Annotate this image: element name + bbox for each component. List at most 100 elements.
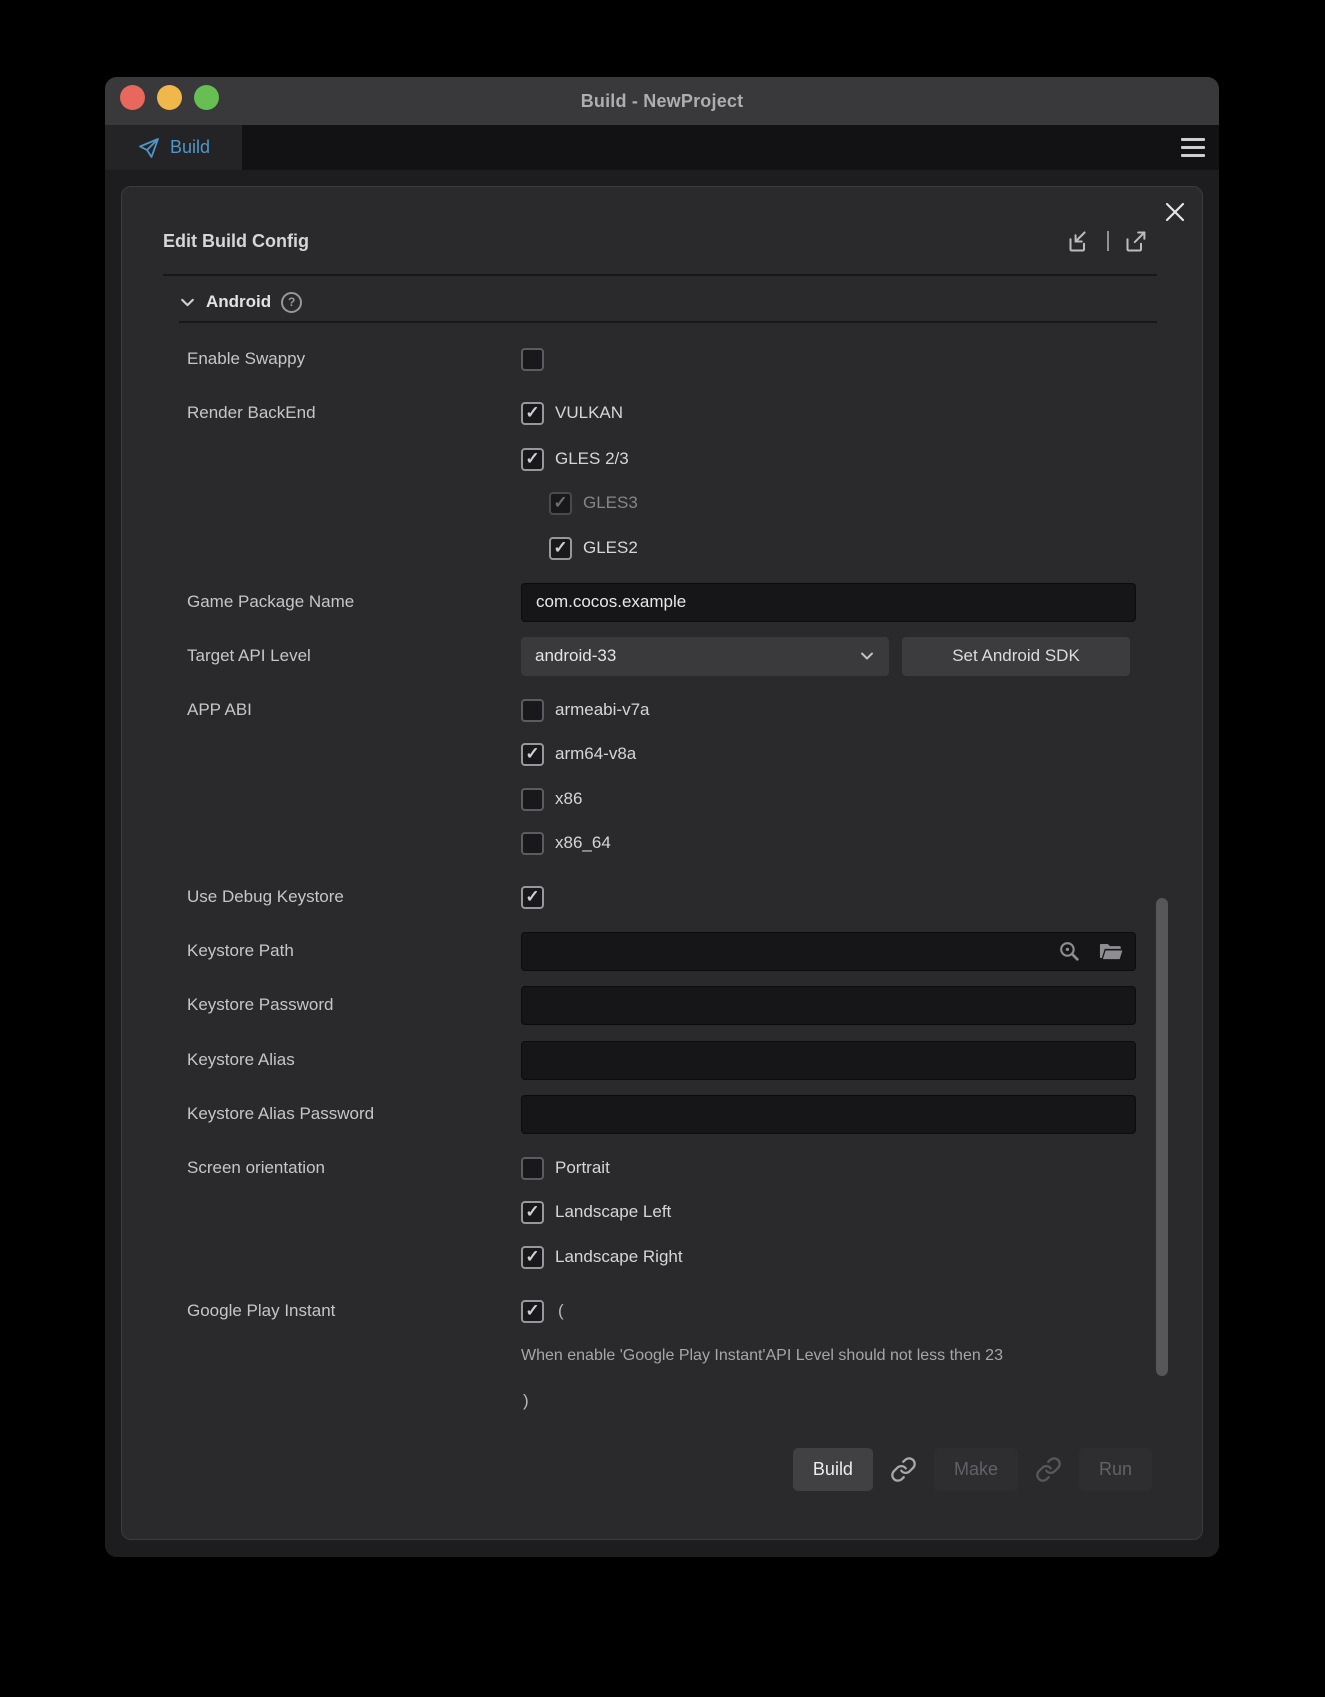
paren-open: ( [558, 1301, 564, 1321]
enable-swappy-checkbox[interactable] [521, 348, 544, 371]
keystore-alias-input[interactable] [521, 1041, 1136, 1080]
separator [1107, 231, 1109, 251]
row-app-abi-4: x86_64 [187, 821, 1154, 865]
paren-close: ) [523, 1391, 529, 1411]
link-icon [1035, 1456, 1062, 1483]
row-keystore-alias-password: Keystore Alias Password [187, 1092, 1154, 1136]
gles23-checkbox[interactable] [521, 448, 544, 471]
checkbox-label: Portrait [555, 1158, 610, 1178]
row-app-abi-2: arm64-v8a [187, 732, 1154, 776]
landscape-right-checkbox[interactable] [521, 1246, 544, 1269]
keystore-password-input[interactable] [521, 986, 1136, 1025]
panel-title: Edit Build Config [163, 227, 309, 255]
window-title: Build - NewProject [581, 91, 744, 112]
checkbox-label: Landscape Left [555, 1202, 671, 1222]
run-button: Run [1079, 1448, 1152, 1491]
row-render-backend-gles3: GLES3 [187, 481, 1154, 525]
minimize-window-button[interactable] [157, 85, 182, 110]
build-window: Build - NewProject Build Edit Build Conf… [105, 77, 1219, 1557]
checkbox-label: GLES3 [583, 493, 638, 513]
checkbox-label: GLES2 [583, 538, 638, 558]
menu-icon[interactable] [1181, 136, 1205, 159]
scrollbar-thumb[interactable] [1156, 898, 1168, 1376]
config-actions [1066, 227, 1150, 255]
target-api-level-select[interactable]: android-33 [521, 637, 889, 676]
row-google-play-instant: Google Play Instant ( [187, 1289, 1154, 1333]
keystore-path-input[interactable] [521, 932, 1136, 971]
divider [179, 321, 1157, 323]
armeabi-v7a-checkbox[interactable] [521, 699, 544, 722]
field-label: APP ABI [187, 700, 521, 720]
row-google-play-instant-paren-close: ) [187, 1379, 1154, 1423]
checkbox-label: VULKAN [555, 403, 623, 423]
tab-build[interactable]: Build [105, 125, 242, 170]
field-label: Game Package Name [187, 592, 521, 612]
google-play-instant-note: When enable 'Google Play Instant'API Lev… [521, 1347, 1003, 1365]
build-button[interactable]: Build [793, 1448, 873, 1491]
divider [163, 274, 1157, 276]
keystore-alias-password-input[interactable] [521, 1095, 1136, 1134]
chevron-down-icon [859, 648, 875, 664]
checkbox-label: armeabi-v7a [555, 700, 650, 720]
x86-64-checkbox[interactable] [521, 832, 544, 855]
titlebar[interactable]: Build - NewProject [105, 77, 1219, 125]
make-button: Make [934, 1448, 1018, 1491]
tab-bar: Build [105, 125, 1219, 170]
x86-checkbox[interactable] [521, 788, 544, 811]
field-label: Render BackEnd [187, 403, 521, 423]
edit-build-config-panel: Edit Build Config [121, 186, 1203, 1540]
content-area: Edit Build Config [105, 170, 1219, 1557]
row-keystore-password: Keystore Password [187, 983, 1154, 1027]
gles2-checkbox[interactable] [549, 537, 572, 560]
section-android[interactable]: Android ? [179, 284, 302, 320]
row-target-api-level: Target API Level android-33 Set Android … [187, 634, 1154, 678]
row-render-backend-gles23: GLES 2/3 [187, 437, 1154, 481]
field-label: Use Debug Keystore [187, 887, 521, 907]
google-play-instant-checkbox[interactable] [521, 1300, 544, 1323]
set-android-sdk-button[interactable]: Set Android SDK [902, 637, 1130, 676]
checkbox-label: Landscape Right [555, 1247, 683, 1267]
vulkan-checkbox[interactable] [521, 402, 544, 425]
field-label: Keystore Password [187, 995, 521, 1015]
folder-open-icon[interactable] [1098, 938, 1124, 964]
selected-value: android-33 [535, 646, 859, 666]
import-config-icon[interactable] [1066, 228, 1093, 255]
field-label: Target API Level [187, 646, 521, 666]
row-game-package-name: Game Package Name [187, 580, 1154, 624]
field-label: Keystore Alias Password [187, 1104, 521, 1124]
paper-plane-icon [137, 136, 161, 160]
footer-actions: Build Make Run [793, 1448, 1152, 1491]
help-icon[interactable]: ? [281, 292, 302, 313]
row-keystore-alias: Keystore Alias [187, 1038, 1154, 1082]
arm64-v8a-checkbox[interactable] [521, 743, 544, 766]
tab-build-label: Build [170, 137, 210, 158]
portrait-checkbox[interactable] [521, 1157, 544, 1180]
gles3-checkbox [549, 492, 572, 515]
link-icon [890, 1456, 917, 1483]
use-debug-keystore-checkbox[interactable] [521, 886, 544, 909]
field-label: Keystore Path [187, 941, 521, 961]
checkbox-label: arm64-v8a [555, 744, 636, 764]
row-orientation-portrait: Screen orientation Portrait [187, 1146, 1154, 1190]
close-window-button[interactable] [120, 85, 145, 110]
row-render-backend-gles2: GLES2 [187, 526, 1154, 570]
row-orientation-landscape-right: Landscape Right [187, 1235, 1154, 1279]
row-orientation-landscape-left: Landscape Left [187, 1190, 1154, 1234]
checkbox-label: x86 [555, 789, 582, 809]
game-package-name-input[interactable] [521, 583, 1136, 622]
search-locate-icon[interactable] [1057, 939, 1082, 964]
export-config-icon[interactable] [1123, 228, 1150, 255]
chevron-down-icon [179, 294, 196, 311]
row-app-abi-1: APP ABI armeabi-v7a [187, 688, 1154, 732]
field-label: Google Play Instant [187, 1301, 521, 1321]
row-render-backend-vulkan: Render BackEnd VULKAN [187, 391, 1154, 435]
field-label: Keystore Alias [187, 1050, 521, 1070]
row-keystore-path: Keystore Path [187, 929, 1154, 973]
landscape-left-checkbox[interactable] [521, 1201, 544, 1224]
zoom-window-button[interactable] [194, 85, 219, 110]
checkbox-label: GLES 2/3 [555, 449, 629, 469]
row-enable-swappy: Enable Swappy [187, 337, 1154, 381]
field-label: Enable Swappy [187, 349, 521, 369]
row-app-abi-3: x86 [187, 777, 1154, 821]
close-icon[interactable] [1160, 197, 1190, 227]
